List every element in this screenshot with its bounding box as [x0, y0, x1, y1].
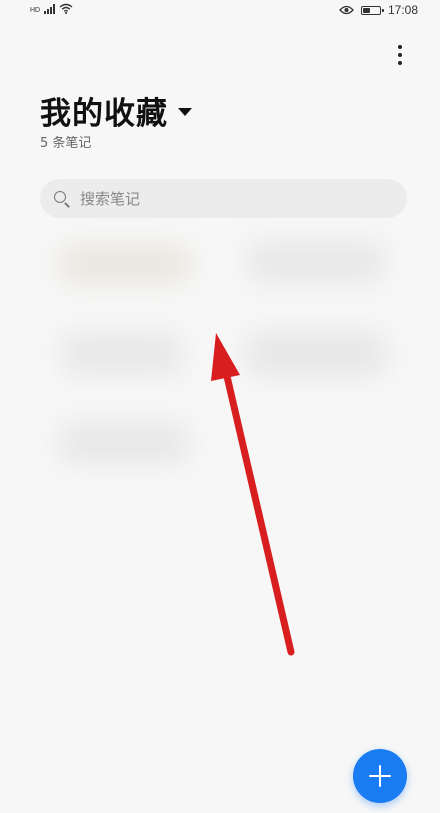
- note-count: 5 条笔记: [40, 136, 92, 151]
- status-bar-left: HD: [30, 3, 73, 14]
- more-vertical-icon-dot: [398, 61, 402, 65]
- add-note-button[interactable]: [353, 749, 407, 803]
- status-bar: HD 17:08: [0, 0, 440, 22]
- blurred-content: [62, 334, 182, 374]
- plus-icon: [369, 765, 391, 787]
- favorites-screen: HD 17:08 我的收藏 5 条笔记 搜索笔记: [0, 0, 440, 813]
- note-card[interactable]: [42, 405, 214, 487]
- wifi-icon: [59, 3, 73, 14]
- page-title: 我的收藏: [40, 96, 168, 132]
- eye-icon: [339, 5, 354, 15]
- battery-icon: [360, 5, 384, 15]
- blurred-content: [246, 332, 386, 376]
- more-vertical-icon: [398, 45, 402, 49]
- more-menu-button[interactable]: [388, 40, 412, 70]
- status-time: 17:08: [387, 3, 418, 17]
- more-vertical-icon-dot: [398, 53, 402, 57]
- blurred-content: [60, 246, 190, 282]
- note-card[interactable]: [42, 228, 214, 308]
- search-input[interactable]: [80, 189, 380, 208]
- note-card[interactable]: [232, 228, 402, 308]
- note-card[interactable]: [232, 318, 402, 400]
- blurred-content: [60, 423, 188, 463]
- signal-icon: [44, 4, 56, 14]
- battery-level: [362, 7, 370, 13]
- folder-selector[interactable]: 我的收藏: [40, 88, 192, 133]
- caret-down-icon: [178, 107, 192, 116]
- search-icon: [54, 190, 70, 207]
- note-card[interactable]: [42, 318, 214, 400]
- signal-hd-label: HD: [30, 7, 41, 14]
- search-bar[interactable]: [40, 179, 407, 218]
- status-bar-right: 17:08: [339, 3, 418, 17]
- blurred-content: [248, 242, 384, 282]
